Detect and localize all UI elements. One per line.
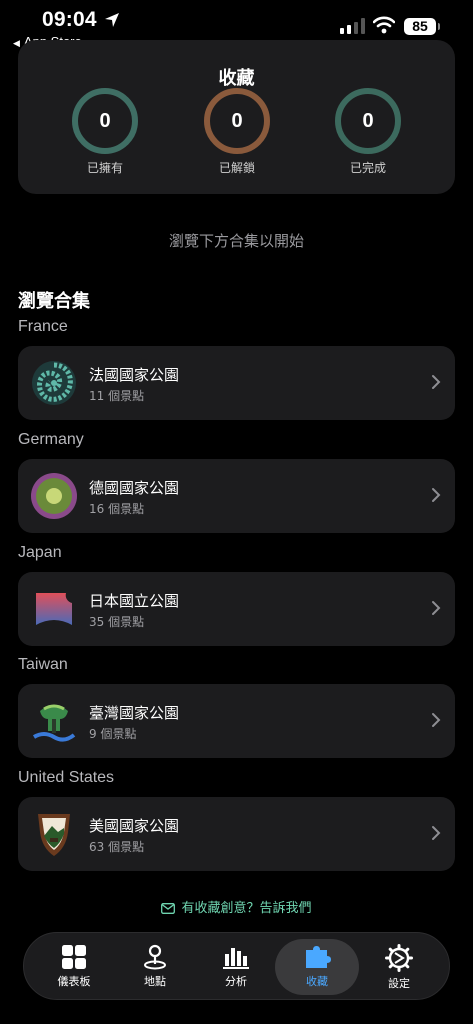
taiwan-parks-logo [32,704,76,742]
collection-name: 美國國家公園 [89,817,180,835]
country-label-germany: Germany [18,431,84,448]
tab-label: 設定 [388,977,410,990]
completed-ring: 0 [335,88,401,154]
collection-count: 11 個景點 [89,389,145,403]
tab-label: 地點 [144,975,166,988]
collection-title: 收藏 [218,68,255,89]
germany-parks-logo [31,473,77,519]
dashboard-icon [62,945,86,969]
collection-name: 日本國立公園 [89,592,180,610]
collection-count: 16 個景點 [89,502,145,516]
france-parks-logo [32,361,76,405]
collection-item-united-states[interactable]: 美國國家公園 63 個景點 [18,797,455,871]
status-time: 09:04 [42,8,97,31]
stat-unlocked: 0 已解鎖 [202,88,272,176]
stat-completed: 0 已完成 [333,88,403,176]
feedback-link[interactable]: 有收藏創意？告訴我們 [0,897,473,916]
unlocked-ring: 0 [204,88,270,154]
location-pin-icon [144,944,166,970]
collection-item-japan[interactable]: 日本國立公園 35 個景點 [18,572,455,646]
owned-label: 已擁有 [86,161,123,175]
japan-parks-logo [36,593,72,625]
collection-item-france[interactable]: 法國國家公園 11 個景點 [18,346,455,420]
mail-icon [161,903,176,914]
tab-collection[interactable]: 收藏 [275,939,359,995]
tab-analytics[interactable]: 分析 [194,939,278,995]
country-label-taiwan: Taiwan [18,656,68,673]
puzzle-icon [306,946,331,968]
collection-name: 德國國家公園 [89,479,180,497]
collection-item-germany[interactable]: 德國國家公園 16 個景點 [18,459,455,533]
collection-name: 法國國家公園 [89,366,180,384]
us-nps-logo [38,814,70,856]
country-label-france: France [18,318,68,335]
battery-indicator: 85 [404,18,440,35]
browse-hint: 瀏覽下方合集以開始 [168,232,304,250]
chevron-right-icon [432,488,441,502]
collection-count: 9 個景點 [89,727,137,741]
collection-name: 臺灣國家公園 [89,704,180,722]
tab-dashboard[interactable]: 儀表板 [32,939,116,995]
collection-item-taiwan[interactable]: 臺灣國家公園 9 個景點 [18,684,455,758]
tab-label: 儀表板 [57,975,91,988]
country-label-united-states: United States [18,769,115,786]
chevron-right-icon [432,375,441,389]
collection-summary-card: 收藏 0 已擁有 0 已解鎖 0 已完成 [18,40,455,194]
unlocked-label: 已解鎖 [218,161,255,175]
tab-settings[interactable]: 設定 [357,939,441,995]
collection-count: 63 個景點 [89,840,145,854]
tab-label: 分析 [225,975,247,988]
stat-owned: 0 已擁有 [70,88,140,176]
chevron-right-icon [432,713,441,727]
feedback-text: 有收藏創意？告訴我們 [181,901,312,916]
collection-count: 35 個景點 [89,615,145,629]
gear-icon [385,944,413,972]
wifi-icon [373,16,395,34]
cellular-signal-icon [340,18,365,34]
owned-ring: 0 [72,88,138,154]
browse-section-title: 瀏覽合集 [18,291,90,312]
chart-icon [223,948,249,969]
tab-label: 收藏 [306,975,328,988]
chevron-right-icon [432,826,441,840]
tab-locations[interactable]: 地點 [113,939,197,995]
country-label-japan: Japan [18,544,62,561]
chevron-right-icon [432,601,441,615]
back-triangle-icon: ◀ [13,38,20,48]
tab-bar: 儀表板 地點 分析 收藏 設定 [23,932,450,1000]
completed-label: 已完成 [349,161,386,175]
location-arrow-icon [105,13,119,27]
